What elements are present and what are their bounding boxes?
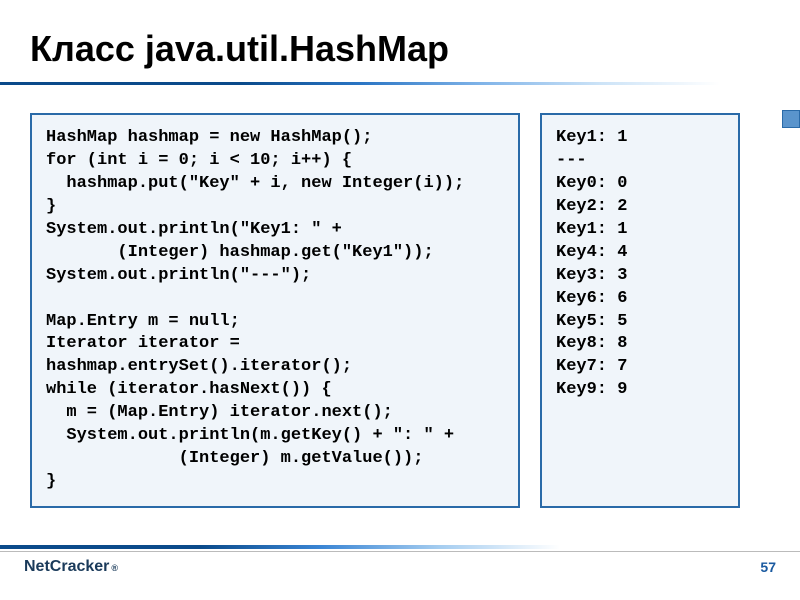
slide: Класс java.util.HashMap HashMap hashmap … (0, 0, 800, 600)
logo-part1: Net (24, 558, 50, 576)
footer: NetCracker® 57 (0, 545, 800, 600)
page-number: 57 (760, 559, 776, 575)
slide-title: Класс java.util.HashMap (0, 0, 800, 82)
logo-part2: Cracker (50, 558, 110, 576)
title-decoration-square (782, 110, 800, 128)
code-block-output: Key1: 1 --- Key0: 0 Key2: 2 Key1: 1 Key4… (540, 113, 740, 508)
content-area: HashMap hashmap = new HashMap(); for (in… (0, 85, 800, 508)
code-block-source: HashMap hashmap = new HashMap(); for (in… (30, 113, 520, 508)
footer-line (0, 545, 800, 549)
footer-content: NetCracker® 57 (0, 552, 800, 576)
logo: NetCracker® (24, 558, 118, 576)
logo-trademark: ® (111, 563, 118, 573)
